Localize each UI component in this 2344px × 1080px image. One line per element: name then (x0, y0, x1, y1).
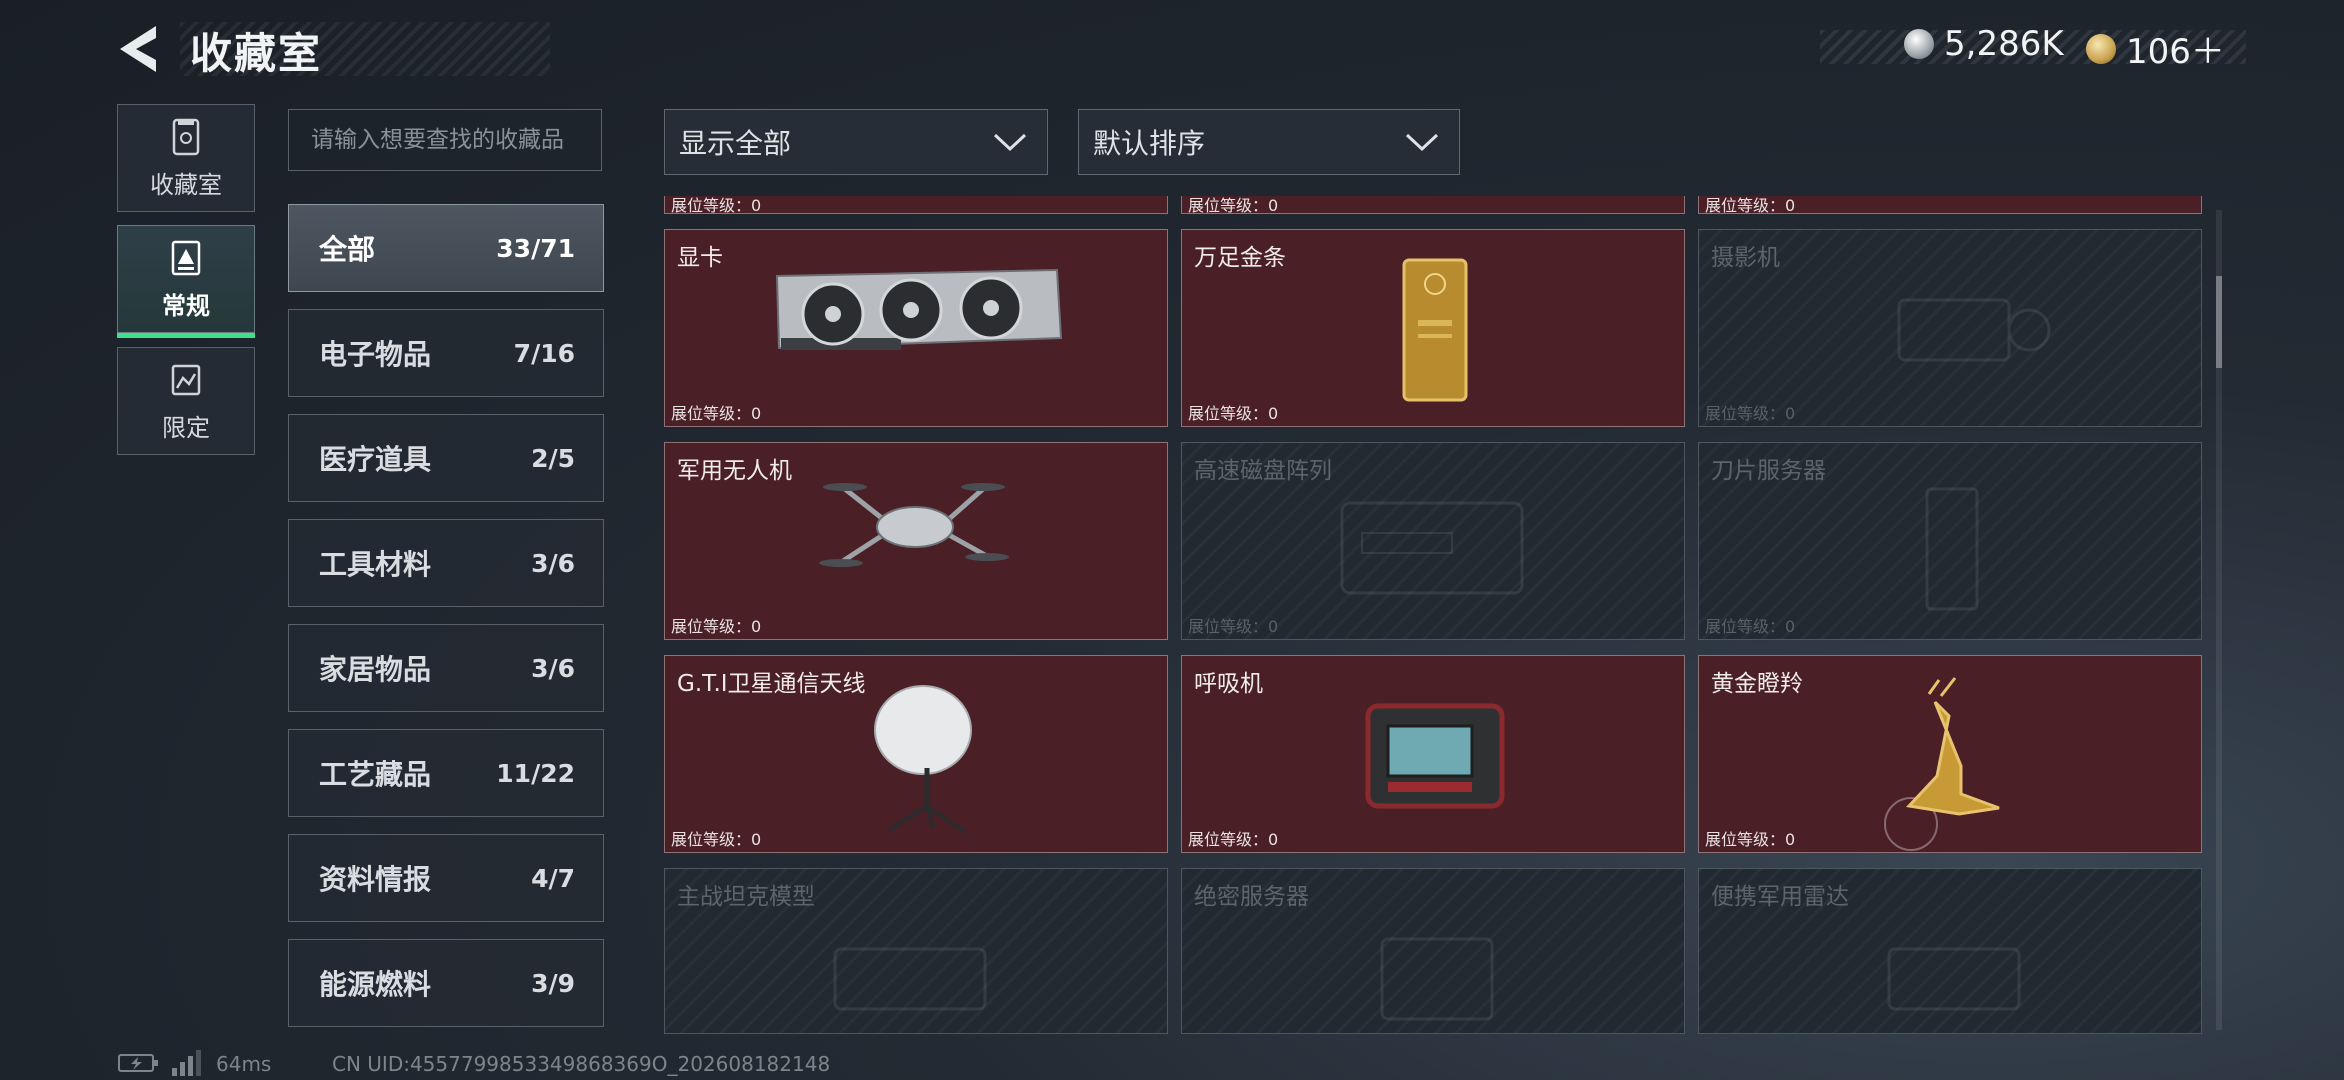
tab-regular[interactable]: 常规 (117, 225, 255, 338)
category-count: 3/9 (531, 968, 575, 998)
grid-scroll-thumb[interactable] (2216, 276, 2222, 368)
display-filter-value: 显示全部 (679, 127, 792, 160)
item-card-blade-server[interactable]: 刀片服务器 展位等级：0 (1698, 442, 2202, 640)
category-all[interactable]: 全部 33/71 (288, 204, 604, 292)
item-card-golden-gazelle[interactable]: 黄金瞪羚 展位等级：0 (1698, 655, 2202, 853)
category-count: 2/5 (531, 443, 575, 473)
item-card-camera[interactable]: 摄影机 展位等级：0 (1698, 229, 2202, 427)
item-card-graphics-card[interactable]: 显卡 展位等级：0 (664, 229, 1168, 427)
gold-amount: 106＋ (2126, 32, 2225, 72)
item-card-disk-array[interactable]: 高速磁盘阵列 展位等级：0 (1181, 442, 1685, 640)
level-text: 展位等级：0 (1705, 404, 1796, 423)
chevron-down-icon (993, 133, 1027, 152)
collection-room-icon (172, 118, 200, 155)
level-text: 展位等级：0 (1705, 196, 1796, 215)
display-filter-dropdown[interactable]: 显示全部 (664, 109, 1048, 175)
item-card-tank-model[interactable]: 主战坦克模型 (664, 868, 1168, 1034)
category-name: 全部 (319, 233, 376, 266)
category-count: 7/16 (513, 338, 575, 368)
category-count: 3/6 (531, 653, 575, 683)
item-name: 刀片服务器 (1711, 458, 1826, 484)
category-name: 电子物品 (319, 338, 432, 371)
category-intel[interactable]: 资料情报 4/7 (288, 834, 604, 922)
category-name: 能源燃料 (319, 968, 432, 1001)
category-tools[interactable]: 工具材料 3/6 (288, 519, 604, 607)
item-name: 呼吸机 (1194, 671, 1263, 697)
level-text: 展位等级：0 (671, 196, 762, 215)
silver-amount: 5,286K (1944, 24, 2064, 64)
category-count: 3/6 (531, 548, 575, 578)
category-electronics[interactable]: 电子物品 7/16 (288, 309, 604, 397)
level-text: 展位等级：0 (671, 830, 762, 849)
chevron-down-icon (1405, 133, 1439, 152)
item-card-satellite-antenna[interactable]: G.T.I卫星通信天线 展位等级：0 (664, 655, 1168, 853)
item-card-gold-bar[interactable]: 万足金条 展位等级：0 (1181, 229, 1685, 427)
sort-value: 默认排序 (1093, 127, 1206, 160)
ping-value: 64ms (216, 1052, 272, 1076)
item-name: 黄金瞪羚 (1711, 671, 1803, 697)
signal-icon (172, 1050, 201, 1076)
regular-icon (171, 240, 201, 275)
item-name: 万足金条 (1194, 245, 1286, 271)
limited-icon (171, 364, 201, 395)
partial-card[interactable]: 展位等级：0 (1698, 196, 2202, 215)
level-text: 展位等级：0 (1188, 617, 1279, 636)
item-card-portable-radar[interactable]: 便携军用雷达 (1698, 868, 2202, 1034)
category-energy[interactable]: 能源燃料 3/9 (288, 939, 604, 1027)
status-footer: 64ms CN UID:4557799853349868369O_2026081… (0, 1050, 2344, 1080)
sort-dropdown[interactable]: 默认排序 (1078, 109, 1460, 175)
battery-icon (118, 1054, 158, 1072)
item-name: 主战坦克模型 (677, 884, 815, 910)
category-household[interactable]: 家居物品 3/6 (288, 624, 604, 712)
item-card-secret-server[interactable]: 绝密服务器 (1181, 868, 1685, 1034)
item-card-ventilator[interactable]: 呼吸机 展位等级：0 (1181, 655, 1685, 853)
category-count: 33/71 (496, 233, 575, 263)
level-text: 展位等级：0 (1188, 830, 1279, 849)
page-title: 收藏室 (190, 29, 323, 78)
gold-coin-icon (2086, 33, 2116, 64)
category-name: 工具材料 (319, 548, 432, 581)
category-name: 资料情报 (319, 863, 432, 896)
item-name: 军用无人机 (677, 458, 792, 484)
partial-card[interactable]: 展位等级：0 (1181, 196, 1685, 215)
item-name: G.T.I卫星通信天线 (677, 671, 866, 697)
gold-currency[interactable]: 106＋ (2086, 24, 2225, 73)
level-text: 展位等级：0 (1188, 404, 1279, 423)
back-arrow-icon[interactable] (116, 24, 162, 74)
category-name: 医疗道具 (319, 443, 432, 476)
level-text: 展位等级：0 (1705, 617, 1796, 636)
category-name: 工艺藏品 (319, 758, 432, 791)
collection-grid: 展位等级：0 展位等级：0 展位等级：0 显卡 展位等级：0 万足金条 展位等级… (662, 196, 2202, 1034)
item-card-military-drone[interactable]: 军用无人机 展位等级：0 (664, 442, 1168, 640)
category-crafts[interactable]: 工艺藏品 11/22 (288, 729, 604, 817)
tab-limited[interactable]: 限定 (117, 347, 255, 455)
tab-label: 限定 (162, 413, 210, 442)
item-name: 便携军用雷达 (1711, 884, 1849, 910)
partial-card[interactable]: 展位等级：0 (664, 196, 1168, 215)
item-name: 高速磁盘阵列 (1194, 458, 1332, 484)
search-input[interactable] (288, 109, 602, 171)
category-count: 4/7 (531, 863, 575, 893)
item-name: 摄影机 (1711, 245, 1780, 271)
level-text: 展位等级：0 (671, 617, 762, 636)
tab-label: 常规 (162, 291, 210, 320)
level-text: 展位等级：0 (671, 404, 762, 423)
tab-label: 收藏室 (150, 170, 222, 199)
item-name: 显卡 (677, 245, 723, 271)
item-name: 绝密服务器 (1194, 884, 1309, 910)
level-text: 展位等级：0 (1188, 196, 1279, 215)
tab-collection-room[interactable]: 收藏室 (117, 104, 255, 212)
category-name: 家居物品 (319, 653, 432, 686)
level-text: 展位等级：0 (1705, 830, 1796, 849)
category-count: 11/22 (496, 758, 575, 788)
top-bar: 收藏室 5,286K 106＋ (0, 0, 2344, 100)
silver-currency: 5,286K (1904, 24, 2064, 64)
category-medical[interactable]: 医疗道具 2/5 (288, 414, 604, 502)
graphics-card-icon (775, 268, 1063, 350)
user-uid: CN UID:4557799853349868369O_202608182148 (332, 1052, 831, 1076)
silver-coin-icon (1904, 29, 1934, 59)
